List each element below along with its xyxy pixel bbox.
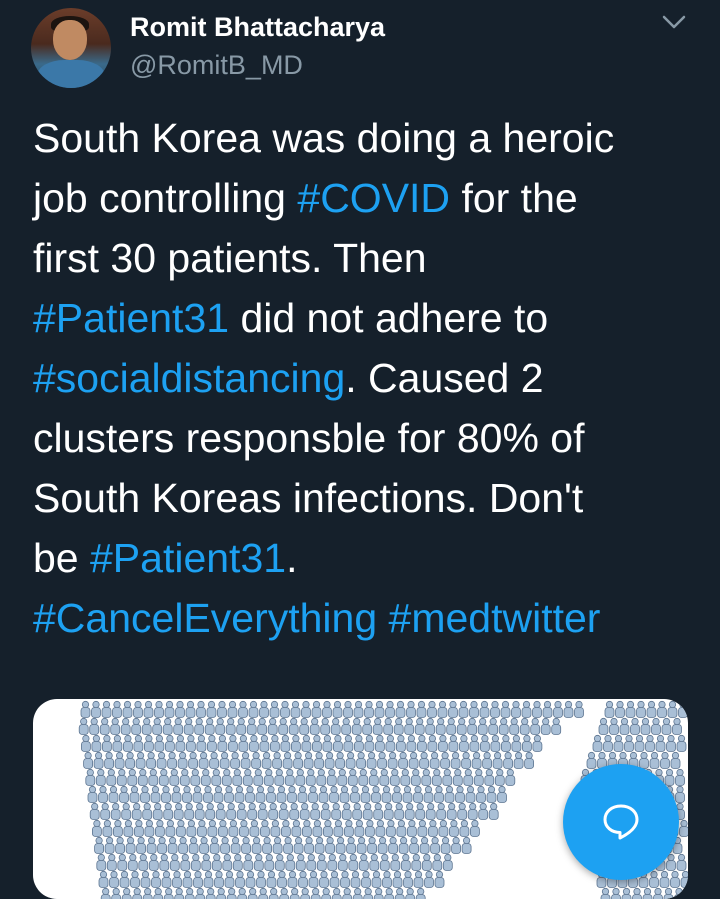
avatar-shirt [37,60,105,88]
tweet-text-segment: . [286,535,297,581]
tweet-text-line: first 30 patients. Then [33,228,713,288]
tweet-text: South Korea was doing a heroic job contro… [33,108,713,648]
tweet-text-segment: first 30 patients. Then [33,235,427,281]
hashtag-link[interactable]: #medtwitter [389,595,601,641]
tweet-text-line: #socialdistancing. Caused 2 [33,348,713,408]
compose-button[interactable] [563,764,679,880]
hashtag-link[interactable]: #CancelEverything [33,595,377,641]
hashtag-link[interactable]: #Patient31 [33,295,229,341]
tweet-text-segment: clusters responsble for 80% of [33,415,585,461]
tweet-text-line: job controlling #COVID for the [33,168,713,228]
tweet-text-line: #Patient31 did not adhere to [33,288,713,348]
avatar-face [53,20,87,60]
tweet-text-segment: South Korea was doing a heroic [33,115,614,161]
tweet-text-line: clusters responsble for 80% of [33,408,713,468]
avatar[interactable] [31,8,111,88]
hashtag-link[interactable]: #socialdistancing [33,355,345,401]
tweet-text-segment: for the [450,175,578,221]
author-handle[interactable]: @RomitB_MD [130,50,303,81]
tweet-text-segment: be [33,535,90,581]
author-display-name[interactable]: Romit Bhattacharya [130,12,385,43]
tweet-text-segment: South Koreas infections. Don't [33,475,583,521]
tweet-text-segment: job controlling [33,175,297,221]
speech-bubble-icon [601,802,641,842]
tweet-text-segment: did not adhere to [229,295,548,341]
tweet-text-line: #CancelEverything #medtwitter [33,588,713,648]
tweet-text-segment [377,595,388,641]
hashtag-link[interactable]: #COVID [297,175,450,221]
tweet-text-line: South Korea was doing a heroic [33,108,713,168]
hashtag-link[interactable]: #Patient31 [90,535,286,581]
tweet-text-line: South Koreas infections. Don't [33,468,713,528]
tweet-header: Romit Bhattacharya @RomitB_MD [0,0,720,100]
chevron-down-icon[interactable] [658,10,690,34]
tweet-text-line: be #Patient31. [33,528,713,588]
tweet-text-segment: . Caused 2 [345,355,543,401]
